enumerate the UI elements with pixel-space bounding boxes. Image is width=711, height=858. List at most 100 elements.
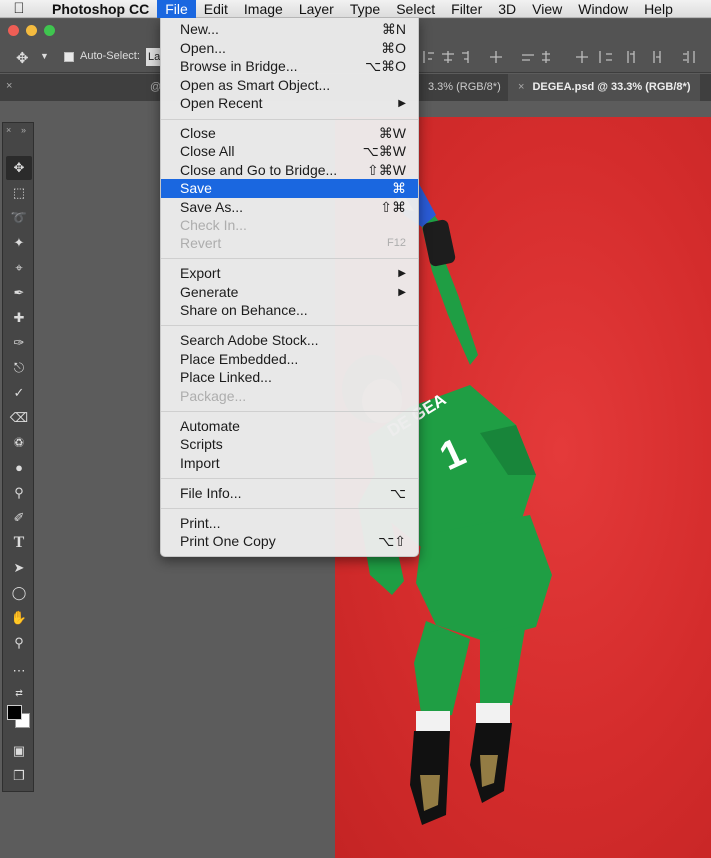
blur-icon[interactable]: ● bbox=[6, 456, 32, 480]
submenu-arrow-icon: ▶ bbox=[398, 287, 406, 298]
move-icon[interactable]: ✥ bbox=[6, 156, 32, 180]
shortcut-label: ⌥⌘W bbox=[362, 143, 406, 159]
menu-item-label: Place Linked... bbox=[180, 369, 272, 385]
tab-degea-document[interactable]: × DEGEA.psd @ 33.3% (RGB/8*) bbox=[508, 74, 701, 101]
menu-image[interactable]: Image bbox=[236, 0, 291, 18]
menu-item-label: Close bbox=[180, 125, 216, 141]
shortcut-label: ⌘W bbox=[378, 125, 406, 141]
align-distribute-icons[interactable] bbox=[418, 41, 708, 73]
ellipse-icon[interactable]: ◯ bbox=[6, 581, 32, 605]
menu-item-label: Generate bbox=[180, 284, 239, 300]
menu-item-close[interactable]: Close ⌘W bbox=[161, 124, 418, 143]
menu-select[interactable]: Select bbox=[388, 0, 443, 18]
menu-help[interactable]: Help bbox=[636, 0, 681, 18]
eyedropper-icon[interactable]: ✒ bbox=[6, 281, 32, 305]
menu-item-package: Package... bbox=[161, 387, 418, 406]
quick-mask-icon[interactable]: ▣ bbox=[6, 739, 32, 763]
menu-window[interactable]: Window bbox=[570, 0, 636, 18]
menu-item-place-linked[interactable]: Place Linked... bbox=[161, 368, 418, 387]
stamp-icon[interactable]: ⎋ bbox=[6, 356, 32, 380]
menu-item-open-smart-object[interactable]: Open as Smart Object... bbox=[161, 76, 418, 95]
menu-item-print[interactable]: Print... bbox=[161, 514, 418, 533]
auto-select-checkbox[interactable] bbox=[64, 52, 74, 62]
menu-item-import[interactable]: Import bbox=[161, 454, 418, 473]
marquee-icon[interactable]: ⬚ bbox=[6, 181, 32, 205]
close-panel-icon[interactable]: × bbox=[6, 80, 12, 92]
hand-icon[interactable]: ✋ bbox=[6, 606, 32, 630]
menu-item-close-all[interactable]: Close All ⌥⌘W bbox=[161, 142, 418, 161]
menu-separator bbox=[161, 258, 418, 259]
shortcut-label: ⇧⌘W bbox=[367, 162, 406, 178]
pen-icon[interactable]: ✐ bbox=[6, 506, 32, 530]
menu-item-file-info[interactable]: File Info... ⌥ bbox=[161, 484, 418, 503]
menu-item-label: Automate bbox=[180, 418, 240, 434]
healing-icon[interactable]: ✚ bbox=[6, 306, 32, 330]
menu-layer[interactable]: Layer bbox=[291, 0, 342, 18]
menu-item-label: Print... bbox=[180, 515, 221, 531]
shortcut-label: F12 bbox=[387, 237, 406, 249]
menu-item-automate[interactable]: Automate bbox=[161, 417, 418, 436]
app-name-menu[interactable]: Photoshop CC bbox=[38, 1, 157, 17]
chevron-down-icon[interactable]: ▼ bbox=[40, 51, 49, 61]
menu-item-export[interactable]: Export ▶ bbox=[161, 264, 418, 283]
menu-item-place-embedded[interactable]: Place Embedded... bbox=[161, 350, 418, 369]
crop-icon[interactable]: ⌖ bbox=[6, 256, 32, 280]
menu-item-label: Save As... bbox=[180, 199, 244, 215]
tab-close-icon[interactable]: × bbox=[518, 81, 524, 93]
paint-bucket-icon[interactable]: ♽ bbox=[6, 431, 32, 455]
menu-item-search-adobe-stock[interactable]: Search Adobe Stock... bbox=[161, 331, 418, 350]
file-menu-dropdown: New... ⌘N Open... ⌘O Browse in Bridge... ⌥⌘… bbox=[160, 18, 419, 557]
panel-collapse-icon[interactable]: » bbox=[21, 125, 26, 135]
type-icon[interactable]: T bbox=[6, 531, 32, 555]
minimize-window-icon[interactable] bbox=[26, 25, 37, 36]
zoom-icon[interactable]: ⚲ bbox=[6, 631, 32, 655]
menu-item-browse-in-bridge[interactable]: Browse in Bridge... ⌥⌘O bbox=[161, 57, 418, 76]
color-swap-icon[interactable]: ⇄ bbox=[6, 681, 32, 705]
menu-item-label: Print One Copy bbox=[180, 533, 276, 549]
menu-item-save-as[interactable]: Save As... ⇧⌘ bbox=[161, 198, 418, 217]
menu-item-label: Package... bbox=[180, 388, 247, 404]
menu-item-generate[interactable]: Generate ▶ bbox=[161, 283, 418, 302]
foreground-color-swatch[interactable] bbox=[7, 705, 22, 720]
menu-item-print-one-copy[interactable]: Print One Copy ⌥⇧ bbox=[161, 532, 418, 551]
auto-select-dropdown[interactable]: La bbox=[146, 48, 160, 66]
menu-item-label: Open as Smart Object... bbox=[180, 77, 331, 93]
menu-item-share-behance[interactable]: Share on Behance... bbox=[161, 301, 418, 320]
move-tool-preset-icon[interactable]: ✥ bbox=[16, 49, 29, 67]
menu-type[interactable]: Type bbox=[342, 0, 388, 18]
menu-file[interactable]: File bbox=[157, 0, 196, 18]
zoom-window-icon[interactable] bbox=[44, 25, 55, 36]
menu-item-label: Open Recent bbox=[180, 95, 263, 111]
panel-close-icon[interactable]: × bbox=[6, 125, 11, 135]
menu-item-open-recent[interactable]: Open Recent ▶ bbox=[161, 94, 418, 113]
path-select-icon[interactable]: ➤ bbox=[6, 556, 32, 580]
menu-filter[interactable]: Filter bbox=[443, 0, 490, 18]
history-brush-icon[interactable]: ✓ bbox=[6, 381, 32, 405]
menu-item-label: Close and Go to Bridge... bbox=[180, 162, 338, 178]
more-icon[interactable]: ⋯ bbox=[6, 659, 32, 683]
tab-document-1[interactable]: 3.3% (RGB/8*) bbox=[418, 74, 511, 101]
menu-view[interactable]: View bbox=[524, 0, 570, 18]
toolbox-panel: × » ✥ ⬚ ➰ ✦ ⌖ ✒ ✚ ✑ ⎋ ✓ ⌫ ♽ ● ⚲ ✐ T ➤ ◯ … bbox=[2, 122, 34, 792]
menu-edit[interactable]: Edit bbox=[196, 0, 236, 18]
menu-3d[interactable]: 3D bbox=[490, 0, 524, 18]
menu-item-close-go-bridge[interactable]: Close and Go to Bridge... ⇧⌘W bbox=[161, 161, 418, 180]
screen-mode-icon[interactable]: ❐ bbox=[6, 764, 32, 788]
menu-item-label: Export bbox=[180, 265, 221, 281]
menu-item-scripts[interactable]: Scripts bbox=[161, 435, 418, 454]
menu-item-save[interactable]: Save ⌘ bbox=[161, 179, 418, 198]
brush-icon[interactable]: ✑ bbox=[6, 331, 32, 355]
menu-item-label: Import bbox=[180, 455, 220, 471]
menu-item-check-in: Check In... bbox=[161, 216, 418, 235]
menu-item-label: Revert bbox=[180, 235, 222, 251]
close-window-icon[interactable] bbox=[8, 25, 19, 36]
eraser-icon[interactable]: ⌫ bbox=[6, 406, 32, 430]
menu-item-new[interactable]: New... ⌘N bbox=[161, 20, 418, 39]
menu-item-open[interactable]: Open... ⌘O bbox=[161, 39, 418, 58]
dodge-icon[interactable]: ⚲ bbox=[6, 481, 32, 505]
apple-logo-icon[interactable]:  bbox=[0, 0, 38, 17]
magic-wand-icon[interactable]: ✦ bbox=[6, 231, 32, 255]
lasso-icon[interactable]: ➰ bbox=[6, 206, 32, 230]
menu-bar:  Photoshop CC File Edit Image Layer Typ… bbox=[0, 0, 711, 18]
menu-item-label: Place Embedded... bbox=[180, 351, 299, 367]
